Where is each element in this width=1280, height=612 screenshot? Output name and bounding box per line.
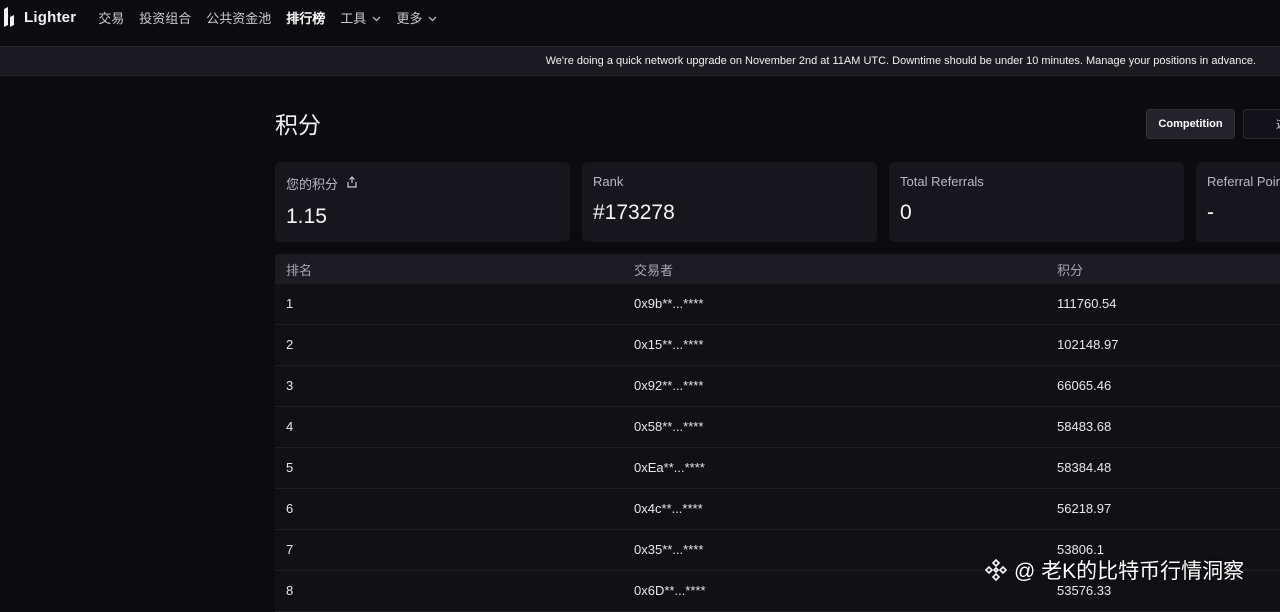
rank-card-label: Rank	[593, 174, 624, 189]
row-points: 111760.54	[1057, 296, 1117, 311]
brand-name: Lighter	[24, 8, 77, 26]
row-trader: 0x9b**...****	[634, 296, 704, 311]
nav-item-5[interactable]: 更多	[396, 8, 437, 27]
points-card-label: 您的积分	[286, 177, 339, 192]
row-rank: 5	[286, 460, 294, 475]
row-trader: 0x58**...****	[634, 419, 704, 434]
referral-points-value: -	[1207, 201, 1214, 224]
row-points: 58483.68	[1057, 419, 1112, 434]
table-row[interactable]: 3 0x92**...**** 66065.46	[275, 366, 1280, 407]
row-rank: 2	[286, 337, 294, 352]
referral-points-label: Referral Points	[1207, 174, 1280, 189]
row-points: 58384.48	[1057, 460, 1112, 475]
lighter-logo-icon	[4, 7, 14, 27]
nav-item-label: 工具	[340, 10, 367, 26]
referral-points-card: Referral Points -	[1196, 162, 1280, 242]
page-title: 积分	[275, 112, 321, 138]
row-points: 66065.46	[1057, 378, 1112, 393]
watermark: @ 老K的比特币行情洞察	[984, 555, 1244, 585]
nav-item-4[interactable]: 工具	[340, 8, 381, 27]
banner-text: We're doing a quick network upgrade on N…	[545, 55, 1256, 67]
table-header: 排名 交易者 积分	[275, 254, 1280, 284]
row-trader: 0xEa**...****	[634, 460, 705, 475]
row-trader: 0x15**...****	[634, 337, 704, 352]
table-row[interactable]: 2 0x15**...**** 102148.97	[275, 325, 1280, 366]
row-rank: 1	[286, 296, 294, 311]
row-points: 56218.97	[1057, 501, 1112, 516]
row-points: 102148.97	[1057, 337, 1119, 352]
nav-item-label: 投资组合	[139, 10, 192, 26]
nav-item-label: 交易	[98, 10, 125, 26]
total-referrals-card: Total Referrals 0	[889, 162, 1184, 242]
table-row[interactable]: 6 0x4c**...**** 56218.97	[275, 489, 1280, 530]
row-trader: 0x6D**...****	[634, 583, 706, 598]
chevron-down-icon	[428, 10, 437, 25]
table-row[interactable]: 1 0x9b**...**** 111760.54	[275, 284, 1280, 325]
binance-logo-icon	[984, 558, 1008, 582]
header-trader[interactable]: 交易者	[634, 260, 673, 279]
row-trader: 0x35**...****	[634, 542, 704, 557]
nav-item-1[interactable]: 投资组合	[139, 8, 191, 27]
rank-card-value: #173278	[593, 201, 675, 224]
row-rank: 3	[286, 378, 294, 393]
table-row[interactable]: 5 0xEa**...**** 58384.48	[275, 448, 1280, 489]
row-rank: 8	[286, 583, 294, 598]
row-trader: 0x4c**...****	[634, 501, 703, 516]
secondary-button-label: 遊	[1276, 116, 1280, 132]
points-card: 您的积分 1.15	[275, 162, 570, 242]
row-trader: 0x92**...****	[634, 378, 704, 393]
row-points: 53576.33	[1057, 583, 1112, 598]
header-rank[interactable]: 排名	[286, 260, 312, 279]
secondary-button[interactable]: 遊	[1243, 109, 1280, 139]
nav-item-3[interactable]: 排行榜	[286, 8, 325, 27]
chevron-down-icon	[372, 10, 381, 25]
total-referrals-value: 0	[900, 201, 912, 224]
share-icon[interactable]	[346, 176, 358, 191]
header-points[interactable]: 积分	[1057, 260, 1083, 279]
rank-card: Rank #173278	[582, 162, 877, 242]
nav-item-label: 排行榜	[286, 10, 326, 26]
announcement-banner: We're doing a quick network upgrade on N…	[0, 46, 1280, 76]
watermark-text: @ 老K的比特币行情洞察	[1014, 560, 1245, 583]
nav-item-label: 公共资金池	[206, 10, 272, 26]
brand-logo[interactable]: Lighter	[3, 7, 76, 27]
nav-item-0[interactable]: 交易	[98, 8, 124, 27]
row-rank: 6	[286, 501, 294, 516]
table-row[interactable]: 4 0x58**...**** 58483.68	[275, 407, 1280, 448]
top-nav: Lighter 交易 投资组合 公共资金池 排行榜 工具 更多	[0, 0, 1280, 34]
points-card-value: 1.15	[286, 205, 327, 228]
total-referrals-label: Total Referrals	[900, 174, 984, 189]
nav-menu: 交易 投资组合 公共资金池 排行榜 工具 更多	[98, 8, 452, 27]
row-rank: 7	[286, 542, 294, 557]
competition-button[interactable]: Competition	[1146, 109, 1235, 139]
nav-item-2[interactable]: 公共资金池	[206, 8, 271, 27]
nav-item-label: 更多	[396, 10, 423, 26]
row-rank: 4	[286, 419, 294, 434]
